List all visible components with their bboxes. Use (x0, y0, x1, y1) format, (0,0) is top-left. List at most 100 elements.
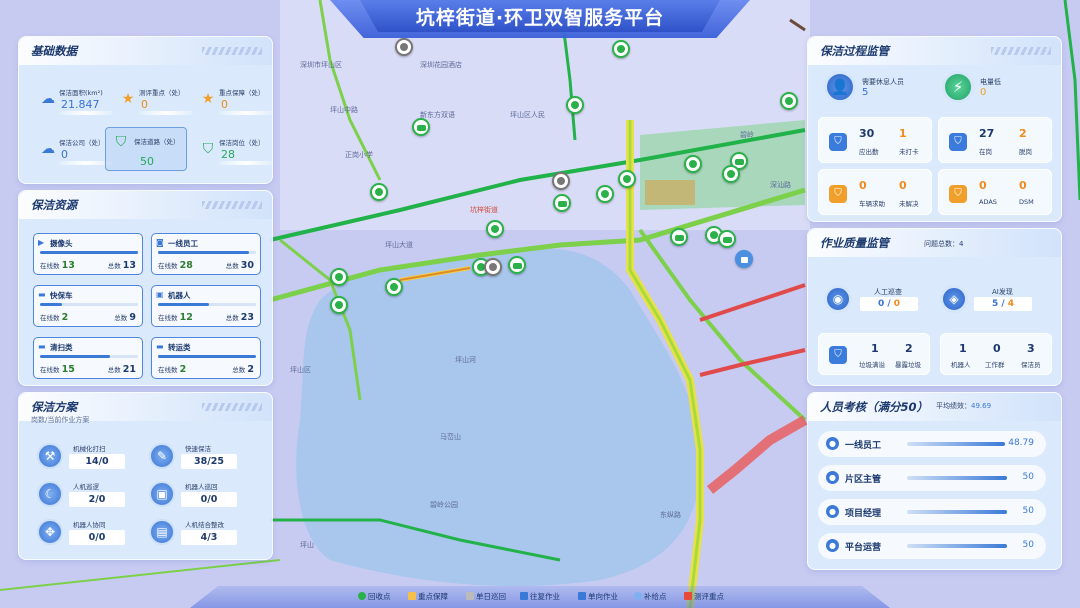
plan-item[interactable]: ⚒ 机械化打扫 14/0 (37, 443, 147, 475)
recycle-point-pin[interactable] (596, 185, 614, 203)
stat-clean-area[interactable]: ☁ 保洁面积(km²) 21.847 (39, 83, 117, 119)
rest-needed-label: 需要休息人员 (862, 78, 904, 86)
legend-swatch (408, 592, 416, 600)
online-value: 15 (61, 364, 75, 375)
plan-item[interactable]: ▤ 人机结合整改 4/3 (149, 519, 259, 551)
resource-online-bar (40, 303, 138, 306)
legend-item[interactable]: 往复作业 (520, 591, 560, 602)
panel-title: 保洁过程监管 (820, 44, 889, 58)
cleaner-count: 3 (1027, 342, 1035, 355)
recycle-point-pin[interactable] (330, 268, 348, 286)
resource-card[interactable]: ◙ 一线员工 在线数 28 总数 30 (151, 233, 261, 275)
recycle-point-pin[interactable] (722, 165, 740, 183)
resource-card[interactable]: ▶ 摄像头 在线数 13 总数 13 (33, 233, 143, 275)
map-pin[interactable] (395, 38, 413, 56)
legend-item[interactable]: 补给点 (634, 591, 667, 602)
legend-item[interactable]: 回收点 (358, 591, 391, 602)
total-label: 总数 (114, 314, 128, 322)
recycle-point-pin[interactable] (385, 278, 403, 296)
map-pin[interactable] (484, 258, 502, 276)
rest-needed-value[interactable]: 5 (862, 87, 868, 98)
truck-pin[interactable] (412, 118, 430, 136)
cleaner-label: 保洁员 (1021, 361, 1041, 369)
recycle-point-pin[interactable] (486, 220, 504, 238)
truck-pin[interactable] (670, 228, 688, 246)
total-label: 总数 (232, 366, 246, 374)
process-card[interactable]: ⛉ 0 0 车辆求助 未解决 (818, 169, 932, 215)
network-icon: ✥ (37, 519, 63, 545)
recycle-point-pin[interactable] (330, 296, 348, 314)
card-value-a: 0 (859, 179, 867, 192)
problems-total: 问题总数：4 (924, 239, 963, 249)
process-card[interactable]: ⛉ 27 2 在岗 脱岗 (938, 117, 1052, 163)
resource-total: 总数 21 (108, 364, 136, 375)
stat-eval-points[interactable]: ★ 测评重点（处） 0 (119, 83, 197, 119)
resource-card[interactable]: ▬ 转运类 在线数 2 总数 2 (151, 337, 261, 379)
resource-online: 在线数 15 (40, 364, 75, 375)
truck-pin[interactable] (718, 230, 736, 248)
garbage-card[interactable]: ⛉ 1 2 垃圾满溢 暴露垃圾 (818, 333, 930, 375)
plan-item[interactable]: ☾ 人机巡逻 2/0 (37, 481, 147, 513)
role-score: 50 (1022, 472, 1034, 482)
map-label: 深圳花园酒店 (420, 61, 462, 69)
online-label: 在线数 (40, 314, 60, 322)
problems-total-label: 问题总数： (924, 240, 959, 248)
resource-card[interactable]: ▬ 清扫类 在线数 15 总数 21 (33, 337, 143, 379)
plan-item[interactable]: ▣ 机器人巡回 0/0 (149, 481, 259, 513)
card-value-b: 2 (1019, 127, 1027, 140)
score-bar (907, 442, 1005, 446)
resource-online: 在线数 13 (40, 260, 75, 271)
recycle-point-pin[interactable] (618, 170, 636, 188)
process-card[interactable]: ⛉ 30 1 应出勤 未打卡 (818, 117, 932, 163)
legend-swatch (520, 592, 528, 600)
robot-count: 1 (959, 342, 967, 355)
map-label: 坪山 (300, 541, 314, 549)
assessment-row[interactable]: ● 一线员工 48.79 (818, 431, 1046, 457)
legend-item[interactable]: 单向作业 (578, 591, 618, 602)
recycle-point-pin[interactable] (566, 96, 584, 114)
truck-pin[interactable] (508, 256, 526, 274)
stat-value: 21.847 (61, 98, 100, 111)
star-icon: ★ (201, 91, 215, 107)
stat-clean-posts[interactable]: ⛉ 保洁岗位（处） 28 (199, 133, 277, 169)
low-battery-value[interactable]: 0 (980, 87, 986, 98)
process-card[interactable]: ⛉ 0 0 ADAS DSM (938, 169, 1052, 215)
stat-value: 28 (221, 148, 235, 161)
legend-swatch (358, 592, 366, 600)
card-label-b: 未解决 (899, 200, 919, 208)
stat-label: 保洁岗位（处） (219, 139, 265, 147)
resource-card[interactable]: ▬ 快保车 在线数 2 总数 9 (33, 285, 143, 327)
map-label: 坪山中路 (330, 106, 358, 114)
plan-item[interactable]: ✎ 快速保洁 38/25 (149, 443, 259, 475)
stat-value: 0 (61, 148, 68, 161)
truck-pin[interactable] (553, 194, 571, 212)
supply-point-pin[interactable] (735, 250, 753, 268)
plan-item[interactable]: ✥ 机器人协同 0/0 (37, 519, 147, 551)
legend-item[interactable]: 测评重点 (684, 591, 724, 602)
assessment-row[interactable]: ● 项目经理 50 (818, 499, 1046, 525)
plan-label: 人机结合整改 (185, 521, 224, 529)
recycle-point-pin[interactable] (612, 40, 630, 58)
people-card[interactable]: 1 0 3 机器人 工作群 保洁员 (940, 333, 1052, 375)
map-pin[interactable] (552, 172, 570, 190)
plan-value: 38/25 (181, 454, 237, 469)
manual-check-value[interactable]: 0 / 0 (860, 297, 918, 311)
online-label: 在线数 (158, 262, 178, 270)
assessment-row[interactable]: ● 片区主管 50 (818, 465, 1046, 491)
broom-icon: ⚒ (37, 443, 63, 469)
card-label-b: 脱岗 (1019, 148, 1032, 156)
assessment-row[interactable]: ● 平台运营 50 (818, 533, 1046, 559)
stat-value: 0 (141, 98, 148, 111)
recycle-point-pin[interactable] (780, 92, 798, 110)
resource-card[interactable]: ▣ 机器人 在线数 12 总数 23 (151, 285, 261, 327)
stat-underline (219, 111, 273, 115)
legend-item[interactable]: 重点保障 (408, 591, 448, 602)
legend-item[interactable]: 单日巡回 (466, 591, 506, 602)
resource-name: 机器人 (168, 291, 191, 300)
map-label: 坪山河 (455, 356, 476, 364)
stat-key-guarantee[interactable]: ★ 重点保障（处） 0 (199, 83, 277, 119)
recycle-point-pin[interactable] (370, 183, 388, 201)
ai-found-value[interactable]: 5 / 4 (974, 297, 1032, 311)
recycle-point-pin[interactable] (684, 155, 702, 173)
stat-clean-roads[interactable]: ⛉ 保洁道路（处） 50 (105, 127, 187, 171)
